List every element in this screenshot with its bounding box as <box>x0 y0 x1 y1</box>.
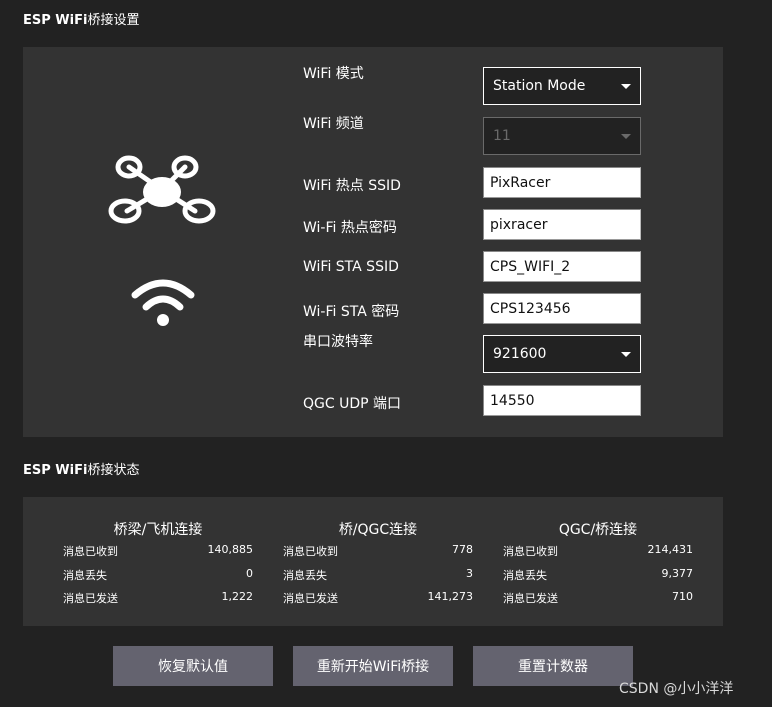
stat-label: 消息已发送 <box>63 592 118 605</box>
stat-value: 778 <box>452 543 473 556</box>
status-title-cn: 桥接状态 <box>87 463 140 478</box>
stat-value: 9,377 <box>661 567 694 580</box>
column-heading: 桥/QGC连接 <box>338 522 418 538</box>
settings-panel: WiFi 模式 WiFi 频道 WiFi 热点 SSID Wi-Fi 热点密码 … <box>23 47 723 437</box>
wifi-mode-dropdown[interactable]: Station Mode <box>483 67 641 105</box>
column-heading: 桥梁/飞机连接 <box>113 522 203 538</box>
sta-password-label: Wi-Fi STA 密码 <box>303 304 400 320</box>
stat-label: 消息已发送 <box>503 592 558 605</box>
wifi-mode-label: WiFi 模式 <box>303 66 364 82</box>
settings-title-latin: ESP WiFi <box>23 13 88 28</box>
stat-label: 消息丢失 <box>503 569 547 582</box>
stat-row: 消息丢失 3 <box>283 567 473 583</box>
stat-row: 消息已发送 710 <box>503 590 693 606</box>
chevron-down-icon <box>621 134 631 139</box>
stat-value: 710 <box>672 590 693 603</box>
status-section-title: ESP WiFi桥接状态 <box>23 459 139 478</box>
wifi-channel-label: WiFi 频道 <box>303 116 364 132</box>
stat-row: 消息已发送 1,222 <box>63 590 253 606</box>
ap-password-input[interactable] <box>483 209 641 240</box>
stat-row: 消息丢失 9,377 <box>503 567 693 583</box>
sta-ssid-input[interactable] <box>483 251 641 282</box>
stat-label: 消息已收到 <box>503 545 558 558</box>
restore-defaults-button[interactable]: 恢复默认值 <box>113 646 273 686</box>
ap-ssid-input[interactable] <box>483 167 641 198</box>
stat-value: 141,273 <box>427 590 474 603</box>
stat-label: 消息丢失 <box>283 569 327 582</box>
stat-row: 消息已收到 140,885 <box>63 543 253 559</box>
reset-counters-button[interactable]: 重置计数器 <box>473 646 633 686</box>
stat-row: 消息已发送 141,273 <box>283 590 473 606</box>
column-heading: QGC/桥连接 <box>558 522 638 538</box>
stat-value: 214,431 <box>647 543 694 556</box>
sta-ssid-label: WiFi STA SSID <box>303 259 399 275</box>
stat-value: 140,885 <box>207 543 254 556</box>
udp-port-input[interactable] <box>483 385 641 416</box>
stat-row: 消息已收到 214,431 <box>503 543 693 559</box>
ap-ssid-label: WiFi 热点 SSID <box>303 178 401 194</box>
udp-port-label: QGC UDP 端口 <box>303 396 402 412</box>
settings-title-cn: 桥接设置 <box>87 13 140 28</box>
sta-password-input[interactable] <box>483 293 641 324</box>
wifi-channel-value: 11 <box>493 128 511 144</box>
chevron-down-icon <box>621 352 631 357</box>
drone-icon <box>107 155 217 229</box>
stat-label: 消息已收到 <box>283 545 338 558</box>
stat-label: 消息丢失 <box>63 569 107 582</box>
stat-value: 0 <box>246 567 253 580</box>
settings-section-title: ESP WiFi桥接设置 <box>23 9 139 28</box>
restart-bridge-button[interactable]: 重新开始WiFi桥接 <box>293 646 453 686</box>
stat-row: 消息已收到 778 <box>283 543 473 559</box>
wifi-channel-dropdown: 11 <box>483 117 641 155</box>
chevron-down-icon <box>621 84 631 89</box>
stat-label: 消息已收到 <box>63 545 118 558</box>
baud-rate-dropdown[interactable]: 921600 <box>483 335 641 373</box>
wifi-icon <box>129 275 197 331</box>
status-title-latin: ESP WiFi <box>23 463 88 478</box>
wifi-mode-value: Station Mode <box>493 78 586 94</box>
stat-value: 1,222 <box>221 590 254 603</box>
stat-label: 消息已发送 <box>283 592 338 605</box>
ap-password-label: Wi-Fi 热点密码 <box>303 220 397 236</box>
stat-row: 消息丢失 0 <box>63 567 253 583</box>
stat-value: 3 <box>466 567 473 580</box>
baud-rate-value: 921600 <box>493 346 547 362</box>
status-panel: 桥梁/飞机连接 消息已收到 140,885 消息丢失 0 消息已发送 1,222… <box>23 497 723 626</box>
baud-rate-label: 串口波特率 <box>303 334 373 350</box>
watermark: CSDN @小小洋洋 <box>619 681 734 697</box>
